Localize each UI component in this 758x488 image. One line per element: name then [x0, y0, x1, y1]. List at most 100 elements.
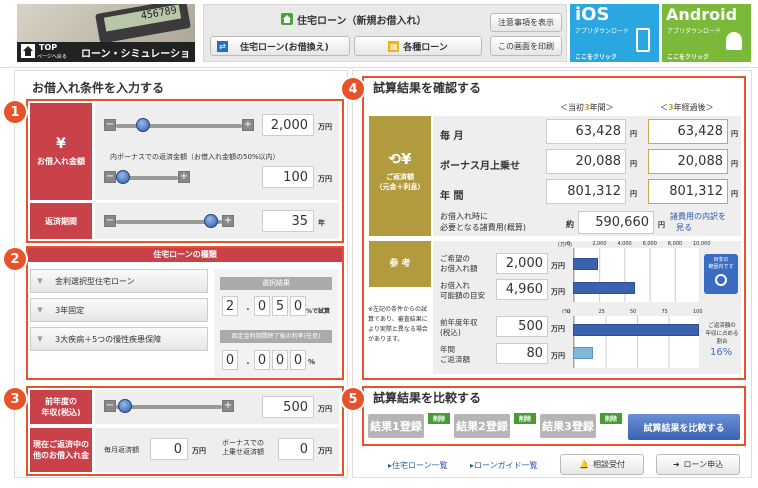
yen-refresh-icon: ⟲¥ — [388, 150, 412, 168]
tab-refinance-label: 住宅ローン(お借換え) — [240, 42, 329, 53]
rate-digit[interactable]: 5 — [272, 296, 288, 316]
term-input[interactable]: 35 — [262, 210, 314, 232]
loan-amount-input[interactable]: 2,000 — [262, 114, 314, 136]
axis-tick-label: 0 — [567, 309, 571, 315]
rate-digit[interactable]: 2 — [222, 296, 238, 316]
monthly-repay-input[interactable]: 0 — [150, 438, 188, 460]
row-monthly-initial-unit: 円 — [630, 130, 637, 138]
chart-bar — [573, 258, 598, 270]
term-slider[interactable]: − + — [104, 214, 234, 229]
axis-tick-label: 8,000 — [667, 241, 683, 247]
after-rate-digit[interactable]: 0 — [290, 350, 306, 370]
compare-results-button[interactable]: 試算結果を比較する — [628, 414, 740, 440]
result-1-delete-button[interactable]: 削除 — [428, 413, 450, 424]
slider-minus-icon[interactable]: − — [104, 400, 116, 412]
row-bonus-label: ボーナス月上乗せ — [440, 161, 520, 172]
other-loans-label-line1: 現在ご返済中の — [33, 440, 89, 449]
consult-button[interactable]: 🔔 相談受付 — [560, 454, 644, 475]
slider-knob[interactable] — [118, 399, 132, 413]
row-annual-initial: 801,312 — [546, 179, 626, 204]
rate-digit[interactable]: 0 — [254, 296, 270, 316]
result-2-delete-button[interactable]: 削除 — [514, 413, 536, 424]
bonus-amount-input[interactable]: 100 — [262, 166, 314, 188]
loan-list-link[interactable]: ▸住宅ローン一覧 — [388, 460, 448, 471]
income-input[interactable]: 500 — [262, 396, 314, 418]
apply-button[interactable]: ➜ ローン申込 — [656, 454, 740, 475]
bell-icon: 🔔 — [579, 460, 589, 469]
possible-label-line2: 可能額の目安 — [440, 291, 485, 300]
print-button[interactable]: この画面を印刷 — [490, 36, 562, 56]
after-rate-digit[interactable]: 0 — [222, 350, 238, 370]
row-bonus-after: 20,088 — [648, 149, 728, 174]
monthly-repay-label: 毎月返済額 — [104, 446, 139, 454]
android-sub: アプリダウンロード — [667, 28, 722, 35]
loan-list-link-label: 住宅ローン一覧 — [392, 461, 448, 470]
bonus-repay-label-line2: 上乗せ返済額 — [222, 448, 264, 456]
income-ref-label: 前年度年収 (税込) — [440, 318, 478, 338]
ios-title: iOS — [575, 4, 610, 25]
term-unit: 年 — [318, 219, 325, 227]
result-1-register-button[interactable]: 結果1登録 — [368, 414, 424, 438]
result-2-register-button[interactable]: 結果2登録 — [454, 414, 510, 438]
slider-minus-icon[interactable]: − — [104, 119, 116, 131]
slider-knob[interactable] — [204, 214, 218, 228]
income-label-line1: 前年度の — [45, 397, 77, 406]
ios-download-banner[interactable]: iOS アプリダウンロード ここをクリック — [570, 4, 659, 62]
logo-banner[interactable]: 456789 TOP ページへ戻る ローン・シミュレーション — [17, 4, 195, 62]
slider-plus-icon[interactable]: + — [242, 119, 254, 131]
result-3-delete-button[interactable]: 削除 — [600, 413, 622, 424]
other-loans-label: 現在ご返済中の 他のお借入れ金 — [30, 428, 92, 472]
fee-value: 590,660 — [578, 211, 654, 234]
android-title: Android — [666, 5, 738, 24]
slider-plus-icon[interactable]: + — [222, 400, 234, 412]
slider-minus-icon[interactable]: − — [104, 215, 116, 227]
slider-minus-icon[interactable]: − — [104, 171, 116, 183]
income-slider[interactable]: − + — [104, 399, 234, 414]
chart-bar — [573, 324, 699, 336]
fee-label: お借入れ時に 必要となる諸費用(概算) — [440, 211, 526, 233]
slider-plus-icon[interactable]: + — [178, 171, 190, 183]
after-rate-digit[interactable]: 0 — [272, 350, 288, 370]
fee-breakdown-link[interactable]: 諸費用の内訳を 見る — [670, 211, 726, 233]
term-label: 返済期間 — [30, 203, 92, 239]
tab-refinance[interactable]: ⇄ 住宅ローン(お借換え) — [210, 36, 350, 56]
bonus-slider[interactable]: − + — [104, 170, 190, 185]
loan-guide-link[interactable]: ▸ローンガイド一覧 — [470, 460, 538, 471]
tab-other-loans[interactable]: ▦ 各種ローン — [354, 36, 482, 56]
row-annual-label: 年 間 — [440, 191, 464, 202]
fee-unit: 円 — [658, 221, 665, 229]
result-3-register-button[interactable]: 結果3登録 — [540, 414, 596, 438]
axis-tick-label: 25 — [598, 309, 605, 315]
rate-digit[interactable]: 0 — [290, 296, 306, 316]
loan-guide-link-label: ローンガイド一覧 — [474, 461, 538, 470]
bonus-repay-unit: 万円 — [318, 447, 332, 455]
after-rate-digit[interactable]: 0 — [254, 350, 270, 370]
loan-type-select-1[interactable]: ▼ 金利選択型住宅ローン — [30, 269, 208, 293]
loan-type-select-3[interactable]: ▼ 3大疾病＋5つの慢性疾患保障 — [30, 327, 208, 351]
dropdown-arrow-icon: ▼ — [37, 335, 43, 343]
slider-knob[interactable] — [136, 118, 150, 132]
loan-amount-slider[interactable]: − + — [104, 118, 254, 133]
ratio-value: 16% — [710, 347, 733, 358]
ios-click: ここをクリック — [575, 54, 618, 61]
annual-repay-label: 年間 ご返済額 — [440, 345, 470, 365]
row-annual-initial-unit: 円 — [630, 190, 637, 198]
loan-type-select-2[interactable]: ▼ 3年固定 — [30, 298, 208, 322]
bonus-repay-input[interactable]: 0 — [278, 438, 314, 460]
axis-tick-label: 75 — [661, 309, 668, 315]
slider-knob[interactable] — [116, 170, 130, 184]
refinance-icon: ⇄ — [217, 40, 228, 52]
dropdown-arrow-icon: ▼ — [37, 277, 43, 285]
slider-plus-icon[interactable]: + — [222, 215, 234, 227]
loan-type-label-3: 3大疾病＋5つの慢性疾患保障 — [55, 334, 162, 344]
loan-type-header: 住宅ローンの種類 — [28, 248, 342, 262]
axis-tick-label: 2,000 — [592, 241, 607, 247]
income-ref-label-line2: (税込) — [440, 328, 461, 337]
chart-bar — [573, 347, 593, 359]
android-download-banner[interactable]: Android アプリダウンロード ここをクリック — [662, 4, 751, 62]
show-notes-button[interactable]: 注意事項を表示 — [490, 13, 562, 32]
axis-tick-label: 4,000 — [617, 241, 632, 247]
col-header-after: ＜3年経過後＞ — [660, 102, 714, 113]
amount-chart-bars — [573, 248, 699, 302]
gauge-label-line2: 範囲内です — [708, 264, 734, 270]
